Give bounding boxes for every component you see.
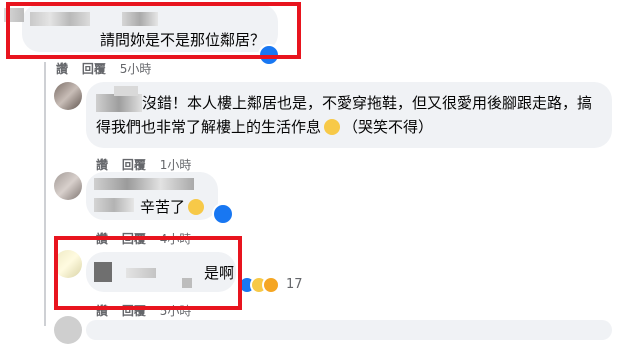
blurred-author-name-2 [114,86,138,96]
reply-link[interactable]: 回覆 [82,62,106,76]
reaction-summary[interactable]: 17 [238,276,308,298]
comment-bubble-2: 沒錯！本人樓上鄰居也是，不愛穿拖鞋，但又很愛用後腳跟走路，搞 得我們也非常了解樓… [86,82,612,148]
thread-line [44,62,46,326]
highlight-box-1 [6,2,301,59]
like-link[interactable]: 讚 [96,158,108,172]
grin-sweat-emoji-icon [324,119,341,135]
avatar[interactable] [54,82,82,110]
next-comment-bubble [86,320,612,340]
reaction-count: 17 [286,277,303,292]
reply-link[interactable]: 回覆 [122,158,146,172]
comment-text-line1: 沒錯！本人樓上鄰居也是，不愛穿拖鞋，但又很愛用後腳跟走路，搞 [142,94,593,112]
comment-text: 辛苦了 [140,196,205,218]
like-reaction-icon[interactable] [212,203,234,225]
care-reaction-icon [262,276,280,294]
comment-actions-1: 讚 回覆 5小時 [56,60,161,77]
blurred-author-name [94,178,194,190]
timestamp[interactable]: 1小時 [160,158,192,172]
comment-actions-2: 讚 回覆 1小時 [96,156,201,173]
like-link[interactable]: 讚 [56,62,68,76]
comment-bubble-3: 辛苦了 [86,172,234,225]
comment-text-line2: 得我們也非常了解樓上的生活作息 （哭笑不得） [96,116,433,138]
comment-text-main: 辛苦了 [140,198,186,216]
timestamp[interactable]: 5小時 [120,62,152,76]
avatar[interactable] [54,316,82,344]
highlight-box-2 [54,236,242,310]
comment-text-line2-main: 得我們也非常了解樓上的生活作息 [96,118,322,136]
tired-emoji-icon [188,199,205,215]
comment-text-line2-tail: （哭笑不得） [343,118,434,136]
blurred-author-name-2 [94,198,134,212]
avatar[interactable] [54,172,82,200]
blurred-author-name [96,94,142,112]
